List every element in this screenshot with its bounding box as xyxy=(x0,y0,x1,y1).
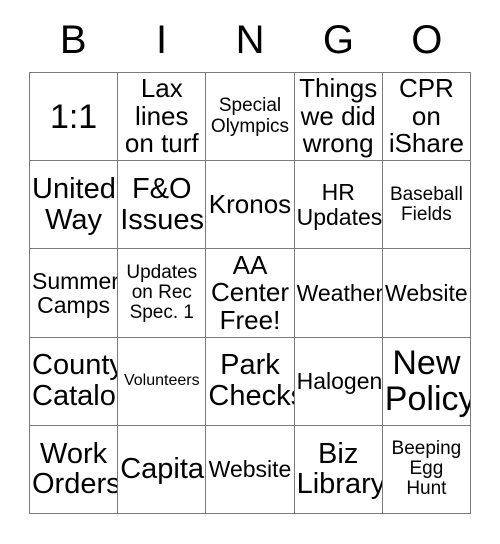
header-letter-n: N xyxy=(235,18,265,62)
bingo-cell[interactable]: CPR on iShare xyxy=(382,73,471,162)
bingo-cell-label: Work Orders xyxy=(32,437,119,501)
header-letter-i: I xyxy=(156,18,168,62)
header-letter-g: G xyxy=(322,18,354,62)
bingo-cell-label: HR Updates xyxy=(296,179,383,230)
bingo-cell[interactable]: United Way xyxy=(30,161,119,250)
bingo-cell-label: Biz Library xyxy=(296,437,383,501)
bingo-cell-label: Special Olympics xyxy=(210,95,290,137)
bingo-cell[interactable]: Summer Camps xyxy=(30,249,119,338)
bingo-cell-label: Summer Camps xyxy=(32,267,119,318)
bingo-cell-label: Park Checks xyxy=(208,349,293,413)
bingo-cell-label: AA Center Free! xyxy=(210,249,290,335)
bingo-cell-label: Baseball Fields xyxy=(389,183,463,225)
bingo-cell-label: United Way xyxy=(32,173,116,236)
bingo-cell-label: Weather xyxy=(296,279,383,306)
header-letter-o: O xyxy=(411,18,443,62)
bingo-cell[interactable]: AA Center Free! xyxy=(206,249,295,338)
bingo-cell[interactable]: New Policy xyxy=(382,337,471,426)
bingo-cell-label: 1:1 xyxy=(49,97,98,136)
bingo-cell[interactable]: Halogen xyxy=(294,337,383,426)
bingo-cell[interactable]: Updates on Rec Spec. 1 xyxy=(118,249,207,338)
bingo-cell[interactable]: Volunteers xyxy=(118,337,207,426)
bingo-header-letters: B I N G O xyxy=(29,14,471,66)
bingo-cell-label: Capital xyxy=(120,453,207,486)
bingo-cell-label: Halogen xyxy=(296,368,383,394)
bingo-cell[interactable]: Kronos xyxy=(206,161,295,250)
bingo-cell-label: County Catalog xyxy=(32,349,119,413)
bingo-cell[interactable]: Things we did wrong xyxy=(294,73,383,162)
bingo-grid: 1:1 Lax lines on turf Special Olympics Thin… xyxy=(29,72,471,514)
bingo-cell[interactable]: Website xyxy=(382,249,471,338)
bingo-cell-label: New Policy xyxy=(384,344,471,419)
bingo-cell-label: Volunteers xyxy=(123,371,200,389)
bingo-card: B I N G O 1:1 Lax lines on turf Special Ol… xyxy=(0,0,500,544)
bingo-cell[interactable]: Baseball Fields xyxy=(382,161,471,250)
bingo-cell[interactable]: Weather xyxy=(294,249,383,338)
bingo-cell[interactable]: Work Orders xyxy=(30,425,119,514)
bingo-cell-label: Lax lines on turf xyxy=(124,73,199,159)
bingo-cell[interactable]: F&O Issues xyxy=(118,161,207,250)
bingo-cell-label: CPR on iShare xyxy=(388,73,464,159)
bingo-cell[interactable]: County Catalog xyxy=(30,337,119,426)
header-letter-b: B xyxy=(59,18,87,62)
bingo-cell[interactable]: HR Updates xyxy=(294,161,383,250)
bingo-cell-label: F&O Issues xyxy=(120,173,205,236)
bingo-cell-label: Things we did wrong xyxy=(299,73,378,159)
bingo-cell[interactable]: Lax lines on turf xyxy=(118,73,207,162)
bingo-cell-label: Website xyxy=(208,456,292,483)
bingo-cell-label: Updates on Rec Spec. 1 xyxy=(126,261,198,324)
bingo-cell-label: Kronos xyxy=(208,189,292,220)
bingo-cell[interactable]: Beeping Egg Hunt xyxy=(382,425,471,514)
bingo-cell[interactable]: Website xyxy=(206,425,295,514)
bingo-cell[interactable]: Biz Library xyxy=(294,425,383,514)
bingo-cell-label: Website xyxy=(385,279,468,306)
bingo-cell[interactable]: Special Olympics xyxy=(206,73,295,162)
bingo-cell[interactable]: Capital xyxy=(118,425,207,514)
bingo-cell-label: Beeping Egg Hunt xyxy=(391,438,462,500)
bingo-cell[interactable]: Park Checks xyxy=(206,337,295,426)
bingo-cell[interactable]: 1:1 xyxy=(30,73,119,162)
